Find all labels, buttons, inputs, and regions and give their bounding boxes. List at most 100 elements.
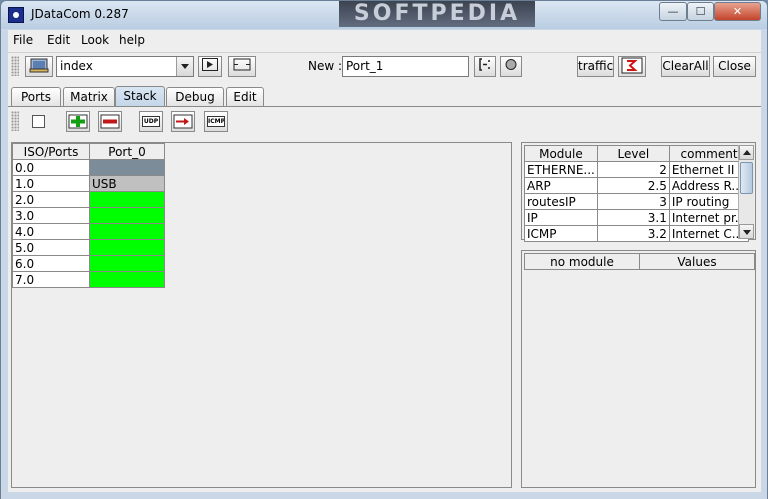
column-header-comment[interactable]: comment (668, 145, 750, 162)
menu-bar: File Edit Look help (8, 30, 761, 52)
stack-toolbar: UDP ICMP (8, 108, 761, 135)
module-scrollbar[interactable] (738, 145, 754, 239)
main-toolbar: index New : Port_1 traffic ClearAll Clos… (8, 52, 761, 79)
scroll-thumb[interactable] (740, 162, 753, 194)
icmp-button[interactable]: ICMP (204, 111, 228, 132)
sigma-button[interactable] (618, 56, 646, 77)
remove-module-button[interactable] (98, 111, 122, 132)
comment-cell[interactable]: Internet C... (668, 225, 750, 242)
menu-edit[interactable]: Edit (47, 33, 70, 47)
new-port-field[interactable]: Port_1 (342, 56, 469, 77)
column-header-iso-ports[interactable]: ISO/Ports (12, 143, 90, 160)
route-button[interactable] (171, 111, 195, 132)
column-header-level[interactable]: Level (596, 145, 670, 162)
level-cell[interactable]: 2.5 (596, 177, 670, 194)
iso-level-cell[interactable]: 7.0 (12, 271, 90, 288)
table-row[interactable]: IP 3.1 Internet pr... (524, 209, 750, 226)
port-cell[interactable] (89, 239, 165, 256)
toolbar-grip[interactable] (11, 56, 19, 76)
port-cell[interactable]: USB (89, 175, 165, 192)
column-header-values[interactable]: Values (639, 253, 755, 270)
play-icon (202, 58, 218, 71)
window-icon (233, 58, 251, 71)
iso-level-cell[interactable]: 6.0 (12, 255, 90, 272)
scroll-up-icon[interactable] (739, 145, 754, 160)
iso-level-cell[interactable]: 4.0 (12, 223, 90, 240)
title-bar[interactable]: JDataCom 0.287 SOFTPEDIA — ☐ ✕ (1, 1, 767, 29)
port-cell[interactable] (89, 223, 165, 240)
checkbox-icon (32, 115, 45, 128)
client-area: File Edit Look help index New: Port_1 t… (8, 30, 761, 492)
traffic-button[interactable]: traffic (577, 56, 614, 77)
minimize-button[interactable]: — (659, 2, 687, 21)
stack-toolbar-grip[interactable] (11, 111, 19, 131)
iso-level-cell[interactable]: 0.0 (12, 159, 90, 176)
play-button[interactable] (198, 56, 222, 77)
level-cell[interactable]: 3 (596, 193, 670, 210)
index-combo[interactable]: index (56, 56, 194, 77)
close-button[interactable]: Close (713, 56, 756, 77)
level-cell[interactable]: 3.1 (596, 209, 670, 226)
plus-icon (68, 114, 88, 129)
port-cell[interactable] (89, 255, 165, 272)
add-module-button[interactable] (66, 111, 90, 132)
comment-cell[interactable]: IP routing (668, 193, 750, 210)
column-header-port-0[interactable]: Port_0 (89, 143, 165, 160)
port-cell[interactable] (89, 271, 165, 288)
column-header-module[interactable]: Module (524, 145, 598, 162)
udp-button[interactable]: UDP (139, 111, 163, 132)
iso-level-cell[interactable]: 3.0 (12, 207, 90, 224)
table-row[interactable]: 0.0 (12, 159, 165, 176)
comment-cell[interactable]: Address R... (668, 177, 750, 194)
comment-cell[interactable]: Internet pr... (668, 209, 750, 226)
select-all-checkbox[interactable] (27, 111, 51, 132)
iso-level-cell[interactable]: 5.0 (12, 239, 90, 256)
record-button[interactable] (500, 56, 522, 77)
tab-ports[interactable]: Ports (11, 87, 61, 107)
table-row[interactable]: ARP 2.5 Address R... (524, 177, 750, 194)
module-cell[interactable]: IP (524, 209, 598, 226)
open-button[interactable] (25, 56, 53, 77)
port-cell[interactable] (89, 207, 165, 224)
maximize-button[interactable]: ☐ (687, 2, 714, 21)
table-row[interactable]: 3.0 (12, 207, 165, 224)
table-row[interactable]: 1.0 USB (12, 175, 165, 192)
module-cell[interactable]: ARP (524, 177, 598, 194)
column-header-no-module[interactable]: no module (524, 253, 640, 270)
window-button[interactable] (228, 56, 256, 77)
tab-matrix[interactable]: Matrix (63, 87, 115, 107)
iso-level-cell[interactable]: 2.0 (12, 191, 90, 208)
table-row[interactable]: routesIP 3 IP routing (524, 193, 750, 210)
tab-edit[interactable]: Edit (226, 87, 264, 107)
module-cell[interactable]: ETHERNE... (524, 161, 598, 178)
table-row[interactable]: 4.0 (12, 223, 165, 240)
level-cell[interactable]: 2 (596, 161, 670, 178)
table-row[interactable]: ETHERNE... 2 Ethernet II (524, 161, 750, 178)
menu-help[interactable]: help (119, 33, 145, 47)
table-row[interactable]: 6.0 (12, 255, 165, 272)
port-cell[interactable] (89, 159, 165, 176)
iso-level-cell[interactable]: 1.0 (12, 175, 90, 192)
table-row[interactable]: ICMP 3.2 Internet C... (524, 225, 750, 242)
tab-stack[interactable]: Stack (115, 86, 165, 107)
tab-divider (8, 106, 761, 107)
port-cell[interactable] (89, 191, 165, 208)
values-table: no module Values (524, 253, 755, 270)
scroll-down-icon[interactable] (739, 224, 754, 239)
chevron-down-icon[interactable] (176, 57, 193, 76)
table-row[interactable]: 7.0 (12, 271, 165, 288)
close-window-button[interactable]: ✕ (714, 2, 761, 21)
level-cell[interactable]: 3.2 (596, 225, 670, 242)
table-row[interactable]: 5.0 (12, 239, 165, 256)
module-cell[interactable]: ICMP (524, 225, 598, 242)
tab-debug[interactable]: Debug (166, 87, 224, 107)
app-icon (8, 7, 24, 23)
connect-button[interactable] (474, 56, 496, 77)
clear-all-button[interactable]: ClearAll (661, 56, 710, 77)
menu-file[interactable]: File (13, 33, 33, 47)
table-row[interactable]: 2.0 (12, 191, 165, 208)
comment-cell[interactable]: Ethernet II (668, 161, 750, 178)
module-cell[interactable]: routesIP (524, 193, 598, 210)
softpedia-watermark: SOFTPEDIA (339, 1, 535, 27)
menu-look[interactable]: Look (81, 33, 109, 47)
